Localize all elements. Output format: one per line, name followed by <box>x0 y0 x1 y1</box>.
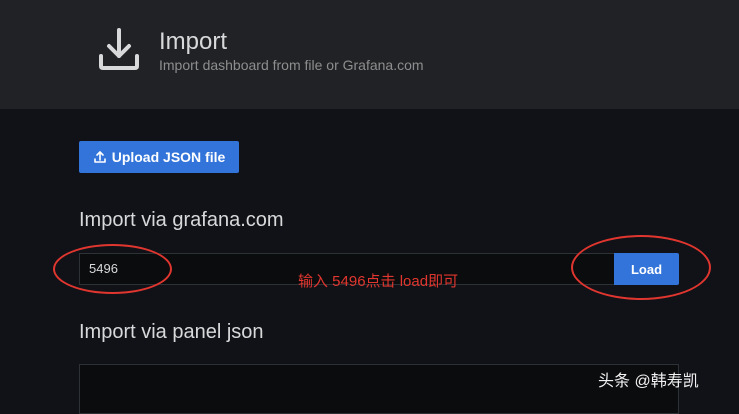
annotation-text: 输入 5496点击 load即可 <box>298 273 459 290</box>
watermark: 头条 @韩寿凯 <box>598 373 699 390</box>
upload-icon <box>93 151 106 163</box>
download-icon <box>99 28 139 70</box>
page-header: Import Import dashboard from file or Gra… <box>0 0 739 109</box>
page-title: Import <box>159 28 228 55</box>
input-highlight-circle <box>53 244 172 294</box>
upload-json-button[interactable]: Upload JSON file <box>79 141 239 173</box>
page-subtitle: Import dashboard from file or Grafana.co… <box>159 57 424 73</box>
load-highlight-circle <box>571 235 711 300</box>
panel-json-heading: Import via panel json <box>79 321 264 343</box>
grafana-import-heading: Import via grafana.com <box>79 209 284 231</box>
panel-json-textarea[interactable] <box>79 364 679 414</box>
upload-json-label: Upload JSON file <box>111 149 226 165</box>
